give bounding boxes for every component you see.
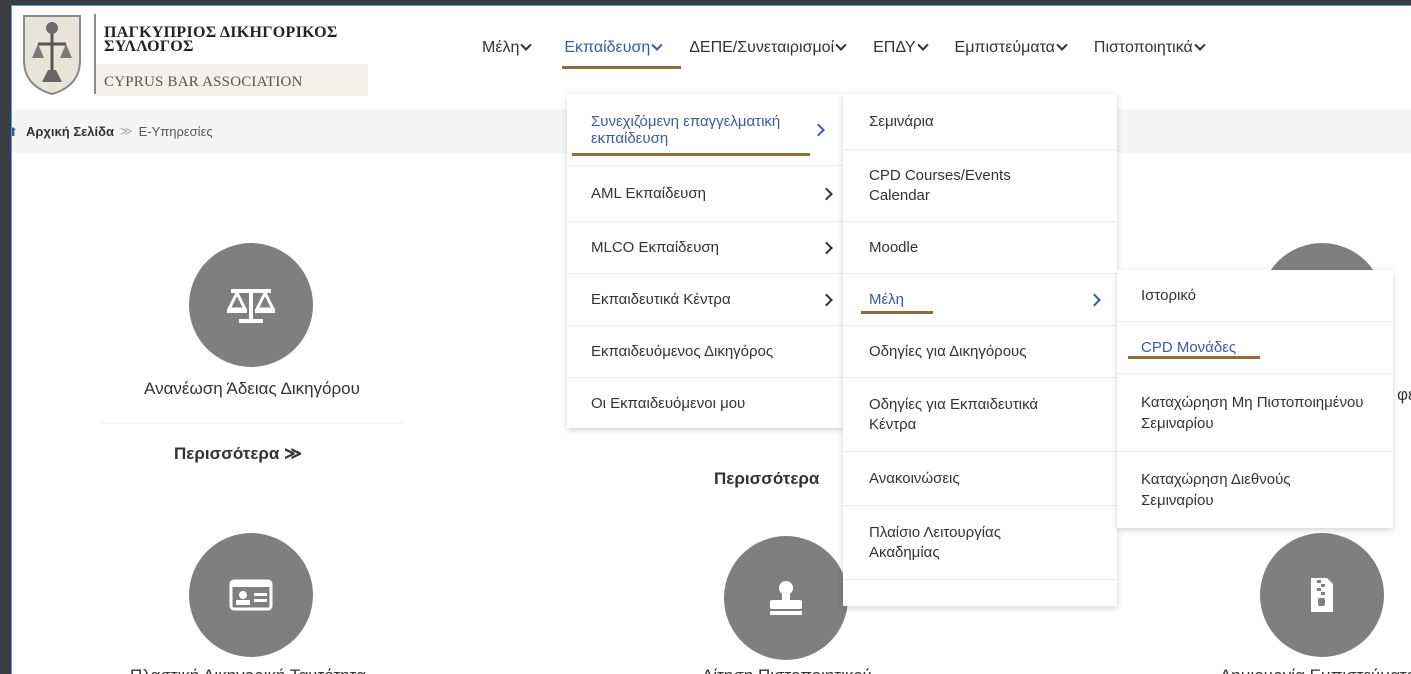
breadcrumb-home-link[interactable]: Αρχική Σελίδα	[26, 124, 114, 139]
menu-item-label: Καταχώρηση Μη Πιστοποιημένου Σεμιναρίου	[1141, 393, 1364, 432]
menu-item-label: AML Εκπαίδευση	[591, 185, 706, 202]
active-underline	[562, 66, 682, 69]
chevron-down-icon	[651, 39, 663, 51]
zip-file-icon	[1311, 578, 1333, 612]
service-3-title-fragment[interactable]: φε	[1397, 385, 1411, 405]
menu-item-label: Οδηγίες για Εκπαιδευτικά Κέντρα	[869, 395, 1039, 433]
browser-page: ΠΑΓΚΥΠΡΙΟΣ ΔΙΚΗΓΟΡΙΚΟΣ ΣΥΛΛΟΓΟΣ CYPRUS B…	[11, 5, 1411, 674]
submenu3-item-cpd-units[interactable]: CPD Μονάδες	[1117, 322, 1393, 374]
submenu-item-cpd-calendar[interactable]: CPD Courses/Events Calendar	[843, 150, 1117, 222]
nav-item-label: Μέλη	[482, 39, 520, 56]
breadcrumb-current: Ε-Υπηρεσίες	[138, 123, 213, 139]
breadcrumb-separator: ≫	[120, 124, 133, 138]
logo-english-name: CYPRUS BAR ASSOCIATION	[104, 74, 303, 90]
nav-item-members[interactable]: Μέλη	[482, 28, 544, 68]
license-renewal-icon[interactable]	[189, 243, 313, 367]
chevron-down-icon	[1194, 39, 1206, 51]
cpd-submenu: Σεμινάρια CPD Courses/Events Calendar Mo…	[843, 94, 1117, 606]
stamp-icon	[770, 581, 802, 615]
menu-item-aml[interactable]: AML Εκπαίδευση	[567, 166, 843, 222]
double-chevron-right-icon: ≫	[284, 444, 302, 463]
main-nav: Μέλη Εκπαίδευση ΔΕΠΕ/Συνεταιρισμοί ΕΠΔΥ …	[482, 28, 1218, 69]
nav-item-depe[interactable]: ΔΕΠΕ/Συνεταιρισμοί	[675, 28, 859, 68]
menu-item-label: Moodle	[869, 239, 919, 256]
balance-scale-icon	[227, 289, 275, 323]
service-license-renewal-title[interactable]: Ανανέωση Άδειας Δικηγόρου	[118, 379, 386, 399]
menu-item-label: Ανακοινώσεις	[869, 470, 960, 487]
submenu-item-seminars[interactable]: Σεμινάρια	[843, 94, 1117, 150]
chevron-down-icon	[520, 39, 533, 51]
menu-item-label: Οδηγίες για Δικηγόρους	[869, 343, 1027, 360]
trust-create-icon[interactable]	[1260, 533, 1384, 657]
menu-item-label: Εκπαιδευόμενος Δικηγόρος	[591, 343, 774, 360]
service-trust-create-title[interactable]: Δημιουργία Εμπιστεύματος	[1192, 666, 1411, 674]
nav-item-label: ΕΠΔΥ	[873, 39, 916, 56]
menu-item-trainee-lawyer[interactable]: Εκπαιδευόμενος Δικηγόρος	[567, 326, 843, 378]
menu-item-label: MLCO Εκπαίδευση	[591, 239, 719, 256]
menu-item-label: CPD Μονάδες	[1141, 339, 1237, 356]
nav-item-education[interactable]: Εκπαίδευση	[550, 28, 682, 69]
menu-item-label: Συνεχιζόμενη επαγγελματική εκπαίδευση	[591, 112, 781, 147]
bar-association-emblem-icon[interactable]	[16, 10, 88, 96]
service-plastic-id-title[interactable]: Πλαστική Δικηγορική Ταυτότητα	[68, 666, 428, 674]
submenu3-item-history[interactable]: Ιστορικό	[1117, 270, 1393, 322]
id-card-icon	[229, 579, 273, 611]
site-header: ΠΑΓΚΥΠΡΙΟΣ ΔΙΚΗΓΟΡΙΚΟΣ ΣΥΛΛΟΓΟΣ CYPRUS B…	[12, 6, 1411, 106]
nav-item-epdy[interactable]: ΕΠΔΥ	[859, 28, 940, 68]
service-certificate-request-title[interactable]: Αίτηση Πιστοποιητικού	[652, 666, 922, 674]
chevron-right-icon	[820, 241, 833, 254]
cpd-underline	[572, 153, 810, 156]
menu-item-label: Καταχώρηση Διεθνούς Σεμιναρίου	[1141, 471, 1291, 509]
submenu-item-announcements[interactable]: Ανακοινώσεις	[843, 452, 1117, 506]
logo-greek-line2: ΣΥΛΛΟΓΟΣ	[104, 38, 194, 55]
chevron-right-icon	[1088, 293, 1101, 306]
nav-item-trusts[interactable]: Εμπιστεύματα	[941, 28, 1080, 68]
menu-item-training-centres[interactable]: Εκπαιδευτικά Κέντρα	[567, 274, 843, 326]
nav-item-label: ΔΕΠΕ/Συνεταιρισμοί	[689, 39, 835, 56]
service-license-renewal-more-link[interactable]: Περισσότερα ≫	[174, 444, 302, 464]
service-2-more-link[interactable]: Περισσότερα	[714, 469, 819, 489]
menu-item-label: Εκπαιδευτικά Κέντρα	[591, 291, 731, 308]
service-divider	[102, 423, 402, 424]
chevron-right-icon	[812, 123, 825, 136]
submenu-item-centre-guidelines[interactable]: Οδηγίες για Εκπαιδευτικά Κέντρα	[843, 378, 1117, 452]
members-submenu: Ιστορικό CPD Μονάδες Καταχώρηση Μη Πιστο…	[1117, 270, 1393, 528]
submenu-item-members[interactable]: Μέλη	[843, 274, 1117, 326]
submenu-item-lawyer-guidelines[interactable]: Οδηγίες για Δικηγόρους	[843, 326, 1117, 378]
submenu-item-academy-framework[interactable]: Πλαίσιο Λειτουργίας Ακαδημίας	[843, 506, 1117, 580]
menu-item-label: Πλαίσιο Λειτουργίας Ακαδημίας	[869, 523, 1001, 561]
menu-item-label: Μέλη	[869, 291, 905, 308]
nav-item-label: Εμπιστεύματα	[954, 39, 1055, 56]
nav-item-certificates[interactable]: Πιστοποιητικά	[1080, 28, 1218, 68]
submenu-item-moodle[interactable]: Moodle	[843, 222, 1117, 274]
education-dropdown: Συνεχιζόμενη επαγγελματική εκπαίδευση AM…	[567, 94, 843, 428]
more-link-label: Περισσότερα	[174, 444, 280, 463]
chevron-down-icon	[916, 39, 929, 51]
submenu3-item-register-international[interactable]: Καταχώρηση Διεθνούς Σεμιναρίου	[1117, 452, 1393, 528]
menu-item-label: CPD Courses/Events Calendar	[869, 166, 1011, 204]
chevron-right-icon	[820, 187, 833, 200]
chevron-down-icon	[1056, 39, 1068, 51]
members-underline	[861, 311, 933, 314]
nav-item-label: Εκπαίδευση	[564, 39, 651, 56]
home-icon: ⬆	[12, 125, 18, 139]
cpd-units-underline	[1128, 356, 1260, 359]
menu-item-label: Οι Εκπαιδευόμενοι μου	[591, 394, 746, 412]
logo-greek-name: ΠΑΓΚΥΠΡΙΟΣ ΔΙΚΗΓΟΡΙΚΟΣ ΣΥΛΛΟΓΟΣ	[104, 25, 384, 55]
menu-item-my-trainees[interactable]: Οι Εκπαιδευόμενοι μου	[567, 378, 843, 428]
certificate-request-icon[interactable]	[724, 536, 848, 660]
chevron-right-icon	[820, 293, 833, 306]
menu-item-label: Σεμινάρια	[869, 113, 934, 130]
chevron-down-icon	[835, 39, 847, 51]
nav-item-label: Πιστοποιητικά	[1093, 39, 1193, 56]
menu-item-label: Ιστορικό	[1141, 287, 1197, 304]
menu-item-mlco[interactable]: MLCO Εκπαίδευση	[567, 222, 843, 274]
submenu3-item-register-uncertified[interactable]: Καταχώρηση Μη Πιστοποιημένου Σεμιναρίου	[1117, 374, 1393, 452]
plastic-id-icon[interactable]	[189, 533, 313, 657]
